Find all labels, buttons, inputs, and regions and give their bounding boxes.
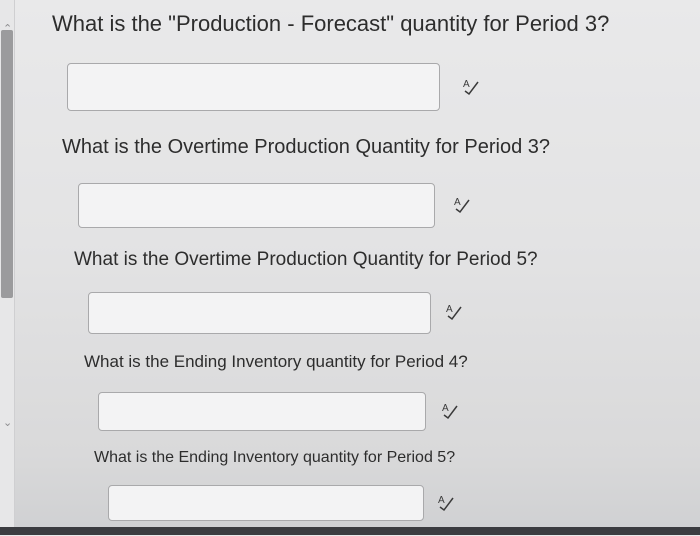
svg-text:A: A: [463, 79, 470, 90]
left-edge-strip: ⌃ ⌄: [0, 0, 15, 535]
question-1-text: What is the "Production - Forecast" quan…: [52, 11, 610, 36]
answer-5-input[interactable]: [108, 485, 424, 521]
spellcheck-icon[interactable]: A: [445, 303, 463, 321]
answer-3-input[interactable]: [88, 292, 431, 334]
answer-1-input[interactable]: [67, 63, 440, 111]
answer-2-input[interactable]: [78, 183, 435, 228]
spellcheck-icon[interactable]: A: [462, 78, 480, 96]
spellcheck-icon[interactable]: A: [453, 196, 471, 214]
svg-text:A: A: [446, 304, 453, 315]
bottom-bar: [0, 527, 700, 535]
chevron-down-icon[interactable]: ⌄: [3, 418, 12, 429]
spellcheck-icon[interactable]: A: [437, 494, 455, 512]
question-5-text: What is the Ending Inventory quantity fo…: [94, 449, 456, 466]
svg-text:A: A: [438, 495, 445, 506]
svg-text:A: A: [454, 197, 461, 208]
spellcheck-icon[interactable]: A: [441, 402, 459, 420]
question-2-text: What is the Overtime Production Quantity…: [62, 136, 550, 158]
answer-4-input[interactable]: [98, 392, 426, 431]
question-4-text: What is the Ending Inventory quantity fo…: [84, 352, 468, 371]
svg-text:A: A: [442, 403, 449, 414]
scrollbar-thumb[interactable]: [1, 30, 13, 298]
chevron-up-icon[interactable]: ⌃: [3, 24, 12, 35]
question-3-text: What is the Overtime Production Quantity…: [74, 249, 538, 270]
